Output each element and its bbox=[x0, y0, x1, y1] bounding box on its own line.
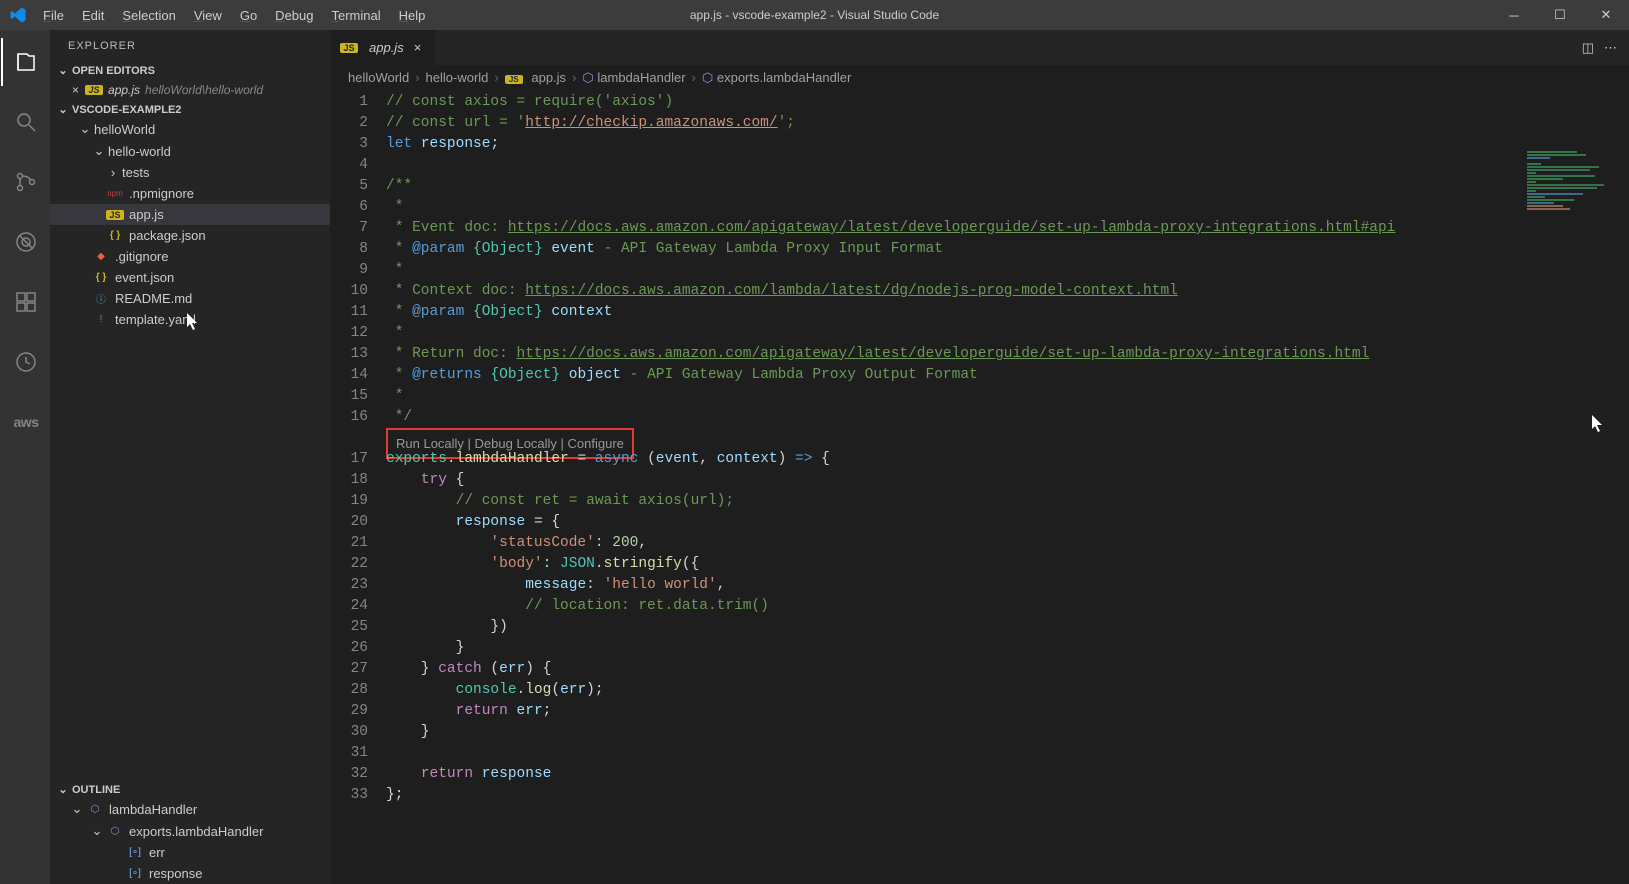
sidebar: EXPLORER ⌄OPEN EDITORS × JS app.js hello… bbox=[50, 30, 330, 884]
folder-helloWorld[interactable]: ⌄helloWorld bbox=[50, 118, 330, 140]
activity-search[interactable] bbox=[1, 98, 49, 146]
close-button[interactable]: ✕ bbox=[1583, 0, 1629, 30]
sidebar-title: EXPLORER bbox=[50, 30, 330, 62]
activity-aws[interactable]: aws bbox=[1, 398, 49, 446]
section-project[interactable]: ⌄VSCODE-EXAMPLE2 bbox=[50, 101, 330, 118]
menu-terminal[interactable]: Terminal bbox=[323, 3, 388, 28]
close-editor-icon[interactable]: × bbox=[72, 83, 79, 97]
file-template-yaml[interactable]: !template.yaml bbox=[50, 309, 330, 330]
tabs: JS app.js × ◫ ⋯ bbox=[330, 30, 1629, 65]
maximize-button[interactable]: ☐ bbox=[1537, 0, 1583, 30]
vscode-icon bbox=[0, 6, 35, 24]
window-title: app.js - vscode-example2 - Visual Studio… bbox=[690, 8, 939, 22]
menu-file[interactable]: File bbox=[35, 3, 72, 28]
tab-app-js[interactable]: JS app.js × bbox=[330, 30, 436, 65]
breadcrumb-item[interactable]: JS app.js bbox=[505, 70, 566, 85]
file-app-js[interactable]: JSapp.js bbox=[50, 204, 330, 225]
menu-go[interactable]: Go bbox=[232, 3, 265, 28]
activity-extensions[interactable] bbox=[1, 278, 49, 326]
split-editor-icon[interactable]: ◫ bbox=[1582, 40, 1594, 56]
breadcrumbs[interactable]: helloWorld›hello-world›JS app.js›⬡ lambd… bbox=[330, 65, 1629, 90]
outline-exports-lambdaHandler[interactable]: ⌄⬡exports.lambdaHandler bbox=[50, 820, 330, 842]
breadcrumb-item[interactable]: helloWorld bbox=[348, 70, 409, 85]
outline-lambdaHandler[interactable]: ⌄⬡lambdaHandler bbox=[50, 798, 330, 820]
file-package-json[interactable]: { }package.json bbox=[50, 225, 330, 246]
breadcrumb-item[interactable]: ⬡ lambdaHandler bbox=[582, 70, 685, 86]
minimap[interactable] bbox=[1523, 150, 1613, 350]
activity-timeline[interactable] bbox=[1, 338, 49, 386]
activity-bar: aws bbox=[0, 30, 50, 884]
activity-scm[interactable] bbox=[1, 158, 49, 206]
folder-tests[interactable]: ›tests bbox=[50, 162, 330, 183]
js-icon: JS bbox=[85, 85, 103, 95]
outline-err[interactable]: [∘]err bbox=[50, 842, 330, 863]
outline-response[interactable]: [∘]response bbox=[50, 863, 330, 884]
section-open-editors[interactable]: ⌄OPEN EDITORS bbox=[50, 62, 330, 79]
menu-selection[interactable]: Selection bbox=[114, 3, 183, 28]
file--gitignore[interactable]: ◆.gitignore bbox=[50, 246, 330, 267]
activity-explorer[interactable] bbox=[1, 38, 49, 86]
file--npmignore[interactable]: npm.npmignore bbox=[50, 183, 330, 204]
breadcrumb-item[interactable]: hello-world bbox=[426, 70, 489, 85]
section-outline[interactable]: ⌄OUTLINE bbox=[50, 781, 330, 798]
menu-edit[interactable]: Edit bbox=[74, 3, 112, 28]
open-editor-item[interactable]: × JS app.js helloWorld\hello-world bbox=[50, 79, 330, 101]
more-actions-icon[interactable]: ⋯ bbox=[1604, 40, 1617, 56]
menu-view[interactable]: View bbox=[186, 3, 230, 28]
menu-debug[interactable]: Debug bbox=[267, 3, 321, 28]
minimize-button[interactable]: ─ bbox=[1491, 0, 1537, 30]
file-README-md[interactable]: ⓘREADME.md bbox=[50, 288, 330, 309]
menu-help[interactable]: Help bbox=[391, 3, 434, 28]
folder-hello-world[interactable]: ⌄hello-world bbox=[50, 140, 330, 162]
editor: JS app.js × ◫ ⋯ helloWorld›hello-world›J… bbox=[330, 30, 1629, 884]
close-tab-icon[interactable]: × bbox=[410, 40, 426, 55]
file-event-json[interactable]: { }event.json bbox=[50, 267, 330, 288]
breadcrumb-item[interactable]: ⬡ exports.lambdaHandler bbox=[702, 70, 851, 86]
js-icon: JS bbox=[340, 43, 358, 53]
code-area[interactable]: 12345678910111213141516 1718192021222324… bbox=[330, 90, 1629, 884]
activity-debug-disabled[interactable] bbox=[1, 218, 49, 266]
titlebar: FileEditSelectionViewGoDebugTerminalHelp… bbox=[0, 0, 1629, 30]
